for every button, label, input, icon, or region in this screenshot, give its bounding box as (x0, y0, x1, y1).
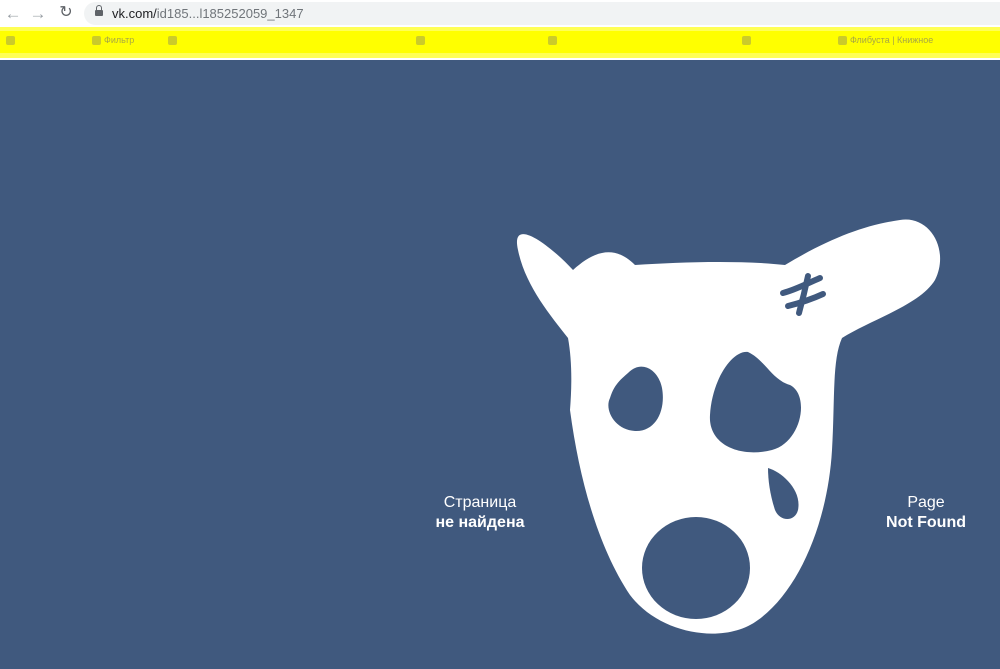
bookmark-favicon-icon (92, 36, 101, 46)
back-arrow-icon[interactable]: ← (3, 3, 23, 23)
bookmarks-bar: Фильтр Флибуста | Книжное (0, 27, 1000, 58)
error-subtitle-en: Not Found (886, 514, 966, 531)
bookmark-favicon-icon (168, 36, 177, 46)
bookmark-favicon-icon (548, 36, 557, 46)
bookmark-favicon-icon (6, 36, 15, 46)
browser-toolbar: ← → ↻ vk.com/id185...l185252059_1347 (0, 0, 1000, 27)
divider (0, 58, 1000, 60)
lock-icon[interactable] (95, 5, 103, 17)
bookmark-favicon-icon (742, 36, 751, 46)
url-path: id185...l185252059_1347 (156, 6, 304, 21)
bookmark-item[interactable] (6, 35, 18, 47)
bookmark-item[interactable]: Фильтр (92, 35, 134, 47)
error-message-en: Page Not Found (870, 493, 982, 533)
bookmark-item[interactable] (548, 35, 560, 47)
vk-dog-mascot-icon (516, 219, 941, 634)
bookmark-item[interactable] (416, 35, 428, 47)
bookmark-favicon-icon (838, 36, 847, 46)
reload-icon[interactable]: ↻ (56, 3, 76, 23)
address-bar[interactable]: vk.com/id185...l185252059_1347 (84, 2, 1000, 25)
error-title-en: Page (907, 494, 945, 511)
bookmark-item[interactable] (168, 35, 180, 47)
url-host: vk.com/ (112, 6, 157, 21)
bookmark-item[interactable]: Флибуста | Книжное (838, 35, 933, 47)
bookmark-item[interactable] (742, 35, 754, 47)
url-text[interactable]: vk.com/id185...l185252059_1347 (112, 6, 304, 21)
bookmark-favicon-icon (416, 36, 425, 46)
forward-arrow-icon[interactable]: → (28, 3, 48, 23)
